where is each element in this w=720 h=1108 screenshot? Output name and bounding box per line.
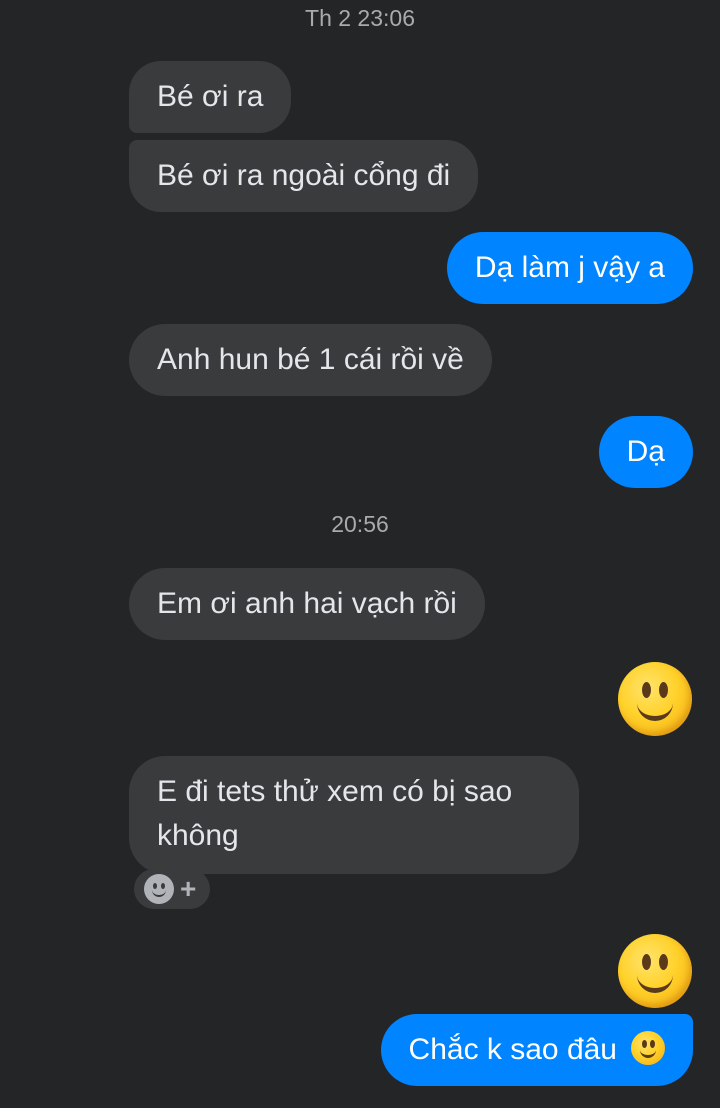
timestamp: Th 2 23:06 (305, 5, 415, 31)
message-bubble-outgoing[interactable]: Dạ (598, 416, 693, 488)
message-text: E đi tets thử xem có bị sao không (157, 775, 513, 852)
message-bubble-incoming[interactable]: Bé ơi ra ngoài cổng đi (129, 140, 479, 212)
message-bubble-incoming[interactable]: Bé ơi ra (129, 61, 292, 133)
message-text: Bé ơi ra ngoài cổng đi (157, 159, 451, 192)
message-text: Em ơi anh hai vạch rồi (157, 587, 457, 620)
message-bubble-outgoing[interactable]: Chắc k sao đâu (380, 1014, 693, 1086)
message-text: Bé ơi ra (157, 80, 264, 113)
message-text: Anh hun bé 1 cái rồi về (157, 343, 464, 376)
message-text: Dạ làm j vậy a (474, 251, 665, 284)
slightly-smiling-face-icon[interactable] (618, 934, 692, 1008)
message-bubble-incoming[interactable]: Em ơi anh hai vạch rồi (129, 568, 485, 640)
slightly-smiling-face-icon[interactable] (618, 662, 692, 736)
message-bubble-incoming[interactable]: Anh hun bé 1 cái rồi về (129, 324, 492, 396)
plus-icon: + (180, 873, 197, 904)
timestamp: 20:56 (331, 511, 389, 537)
slightly-smiling-face-icon (631, 1031, 665, 1065)
add-reaction-button[interactable]: + (134, 869, 210, 909)
message-bubble-outgoing[interactable]: Dạ làm j vậy a (446, 232, 693, 304)
add-reaction-icon (144, 874, 174, 904)
chat-thread: Th 2 23:06 Bé ơi ra Bé ơi ra ngoài cổng … (0, 0, 720, 1108)
message-text: Dạ (626, 435, 665, 468)
message-bubble-incoming[interactable]: E đi tets thử xem có bị sao không (129, 756, 579, 874)
message-text: Chắc k sao đâu (408, 1033, 617, 1066)
